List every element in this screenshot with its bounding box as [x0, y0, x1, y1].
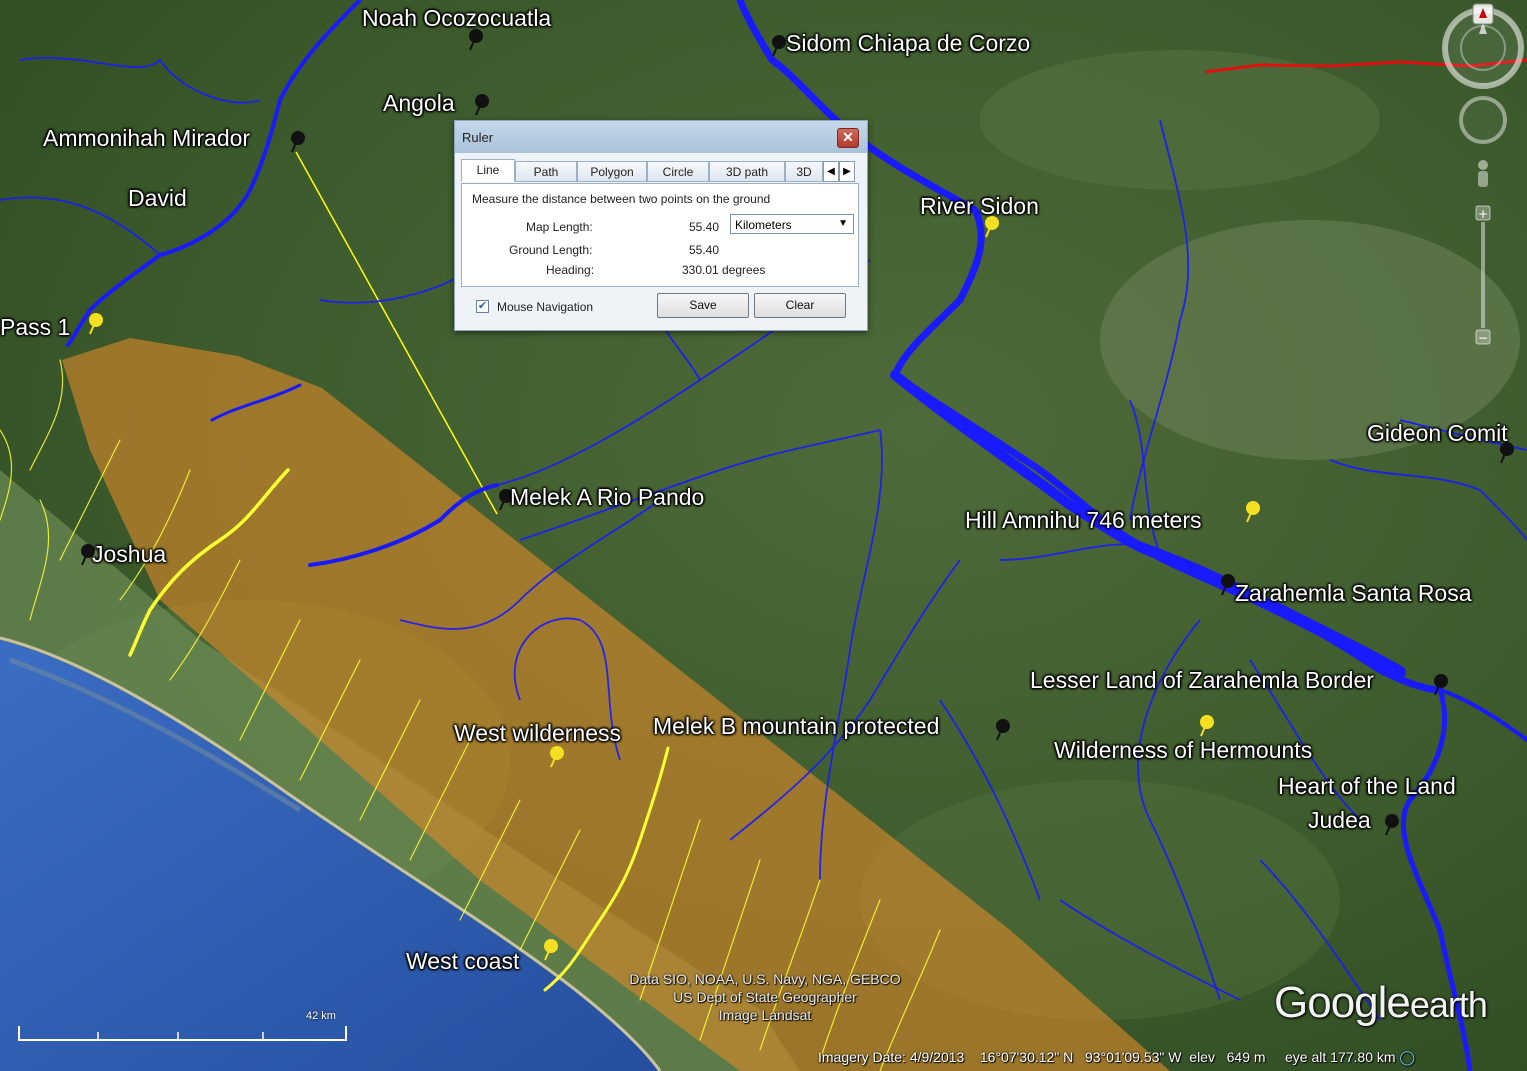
chevron-down-icon: ▼ [838, 218, 848, 229]
zoom-slider[interactable]: + − [1475, 205, 1491, 345]
logo-earth: earth [1409, 984, 1488, 1025]
scale-bar: 42 km [18, 1010, 348, 1042]
elevation-label: elev [1189, 1049, 1215, 1065]
credit-line: Image Landsat [718, 1007, 812, 1023]
placemark-label[interactable]: West wilderness [454, 720, 621, 747]
google-earth-view[interactable]: Noah Ocozocuatla Sidom Chiapa de Corzo A… [0, 0, 1527, 1071]
heading-label: Heading: [546, 263, 595, 277]
tab-3d[interactable]: 3D [785, 161, 823, 182]
tab-polygon[interactable]: Polygon [577, 161, 647, 182]
svg-text:−: − [1478, 331, 1488, 345]
tab-path[interactable]: Path [515, 161, 577, 182]
scale-bar-ruler [18, 1026, 347, 1041]
credit-line: Data SIO, NOAA, U.S. Navy, NGA, GEBCO [629, 971, 901, 987]
heading-value: 330.01 degrees [682, 263, 766, 277]
navigation-controls[interactable]: + − [1440, 0, 1527, 350]
north-button-icon[interactable] [1472, 3, 1494, 25]
ruler-panel: Measure the distance between two points … [461, 183, 859, 287]
ground-length-label: Ground Length: [509, 243, 593, 257]
map-length-label: Map Length: [526, 220, 593, 234]
mouse-navigation-label: Mouse Navigation [497, 300, 594, 314]
ruler-tabs: Line Path Polygon Circle 3D path 3D ◀ ▶ [461, 159, 859, 183]
elevation-value: 649 m [1226, 1049, 1266, 1065]
map-length-value: 55.40 [689, 220, 720, 234]
street-view-pegman-icon[interactable] [1478, 160, 1488, 187]
mouse-navigation-checkbox[interactable]: ✔ [476, 300, 489, 313]
placemark-label[interactable]: Hill Amnihu 746 meters [965, 507, 1202, 534]
longitude: 93°01'09.53" W [1084, 1049, 1182, 1065]
tab-scroll-left-icon[interactable]: ◀ [823, 161, 839, 182]
ruler-title: Ruler [462, 130, 494, 145]
tab-circle[interactable]: Circle [647, 161, 709, 182]
eye-altitude: eye alt 177.80 km [1285, 1049, 1396, 1065]
imagery-date: Imagery Date: 4/9/2013 [818, 1049, 965, 1065]
placemark-label[interactable]: Zarahemla Santa Rosa [1235, 580, 1472, 607]
credit-line: US Dept of State Geographer [673, 989, 857, 1005]
valley-patch [980, 50, 1380, 190]
ruler-titlebar[interactable]: Ruler ✕ [455, 121, 867, 153]
tab-line[interactable]: Line [461, 159, 515, 182]
placemark-label[interactable]: Joshua [92, 541, 166, 568]
placemark-label[interactable]: Melek A Rio Pando [510, 484, 704, 511]
placemark-label[interactable]: River Sidon [920, 193, 1039, 220]
svg-text:+: + [1478, 207, 1488, 221]
google-earth-logo: Googleearth [1274, 978, 1488, 1028]
latitude: 16°07'30.12" N [979, 1049, 1074, 1065]
status-indicator-icon: ◯ [1399, 1049, 1416, 1065]
placemark-label[interactable]: Sidom Chiapa de Corzo [786, 30, 1030, 57]
clear-button[interactable]: Clear [754, 293, 846, 318]
placemark-label[interactable]: David [128, 185, 187, 212]
placemark-label[interactable]: Angola [383, 90, 455, 117]
tab-scroll-right-icon[interactable]: ▶ [839, 161, 855, 182]
placemark-label[interactable]: Noah Ocozocuatla [362, 5, 551, 32]
status-bar: Imagery Date: 4/9/2013 16°07'30.12" N 93… [818, 1049, 1415, 1066]
placemark-label[interactable]: Heart of the Land [1278, 773, 1456, 800]
tab-3d-path[interactable]: 3D path [709, 161, 785, 182]
placemark-label[interactable]: Pass 1 [0, 314, 70, 341]
ruler-dialog[interactable]: Ruler ✕ Line Path Polygon Circle 3D path… [454, 120, 868, 331]
placemark-label[interactable]: Judea [1308, 807, 1371, 834]
unit-select[interactable]: Kilometers ▼ [730, 214, 854, 234]
placemark-label[interactable]: Ammonihah Mirador [43, 125, 250, 152]
logo-google: Google [1274, 978, 1411, 1027]
data-credits: Data SIO, NOAA, U.S. Navy, NGA, GEBCO US… [600, 970, 930, 1024]
close-icon[interactable]: ✕ [837, 128, 859, 148]
save-button[interactable]: Save [657, 293, 749, 318]
placemark-label[interactable]: Melek B mountain protected [653, 713, 939, 740]
placemark-label[interactable]: Wilderness of Hermounts [1054, 737, 1312, 764]
placemark-label[interactable]: Lesser Land of Zarahemla Border [1030, 667, 1374, 694]
scale-label: 42 km [306, 1010, 336, 1022]
look-joystick-icon[interactable] [1459, 96, 1507, 144]
ground-length-value: 55.40 [689, 243, 720, 257]
ruler-instruction: Measure the distance between two points … [472, 192, 771, 206]
unit-select-value: Kilometers [735, 218, 792, 232]
placemark-label[interactable]: Gideon Comit [1367, 420, 1508, 447]
placemark-label[interactable]: West coast [406, 948, 519, 975]
